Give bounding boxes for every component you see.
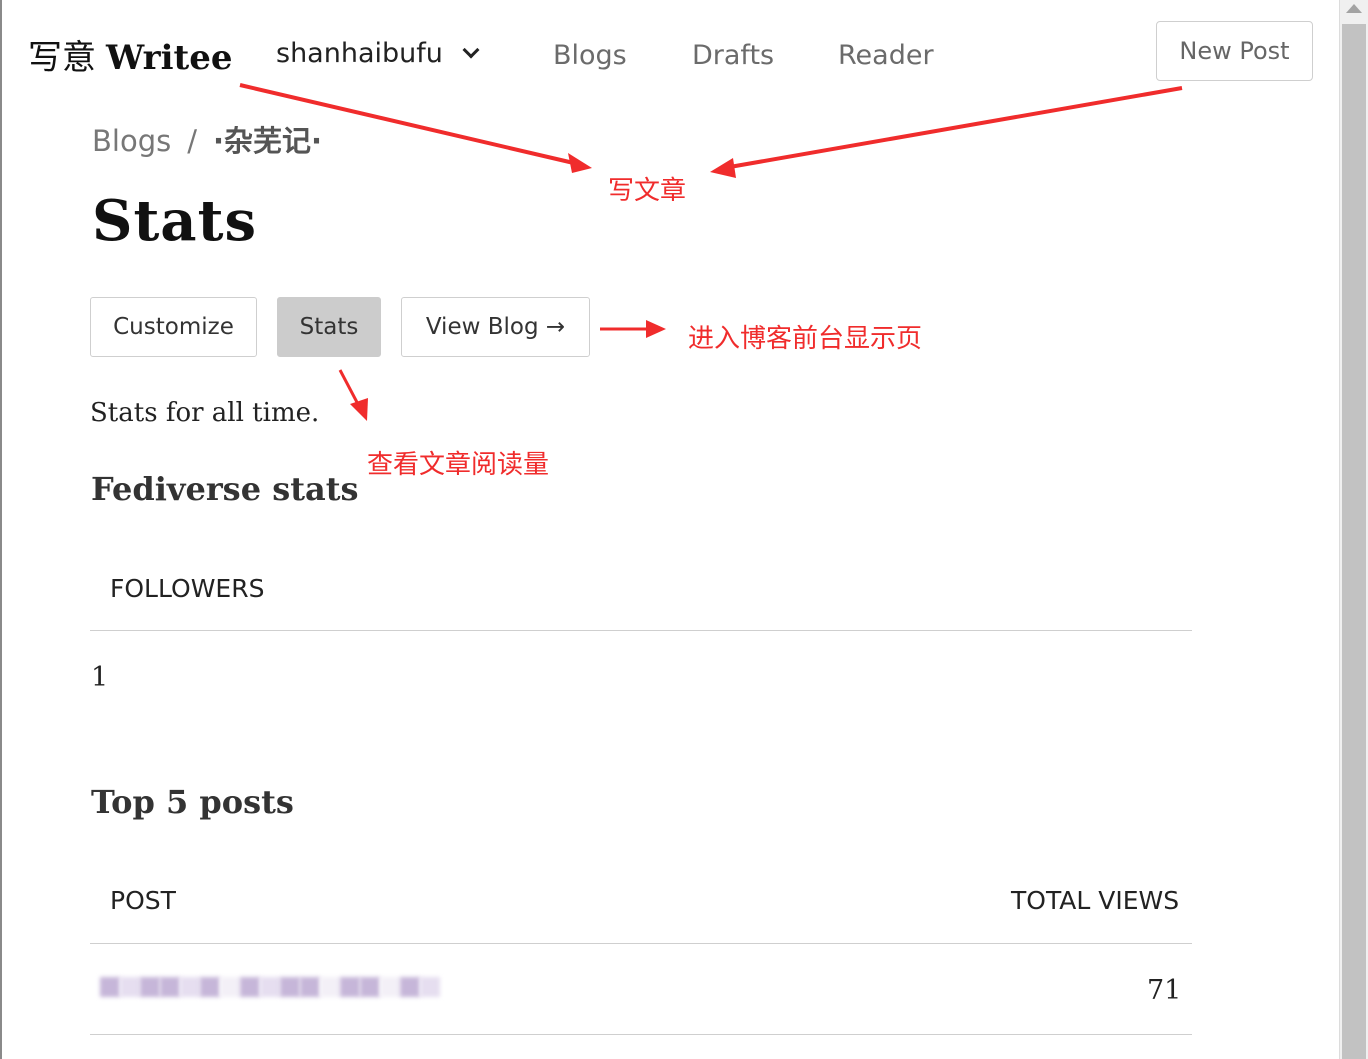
breadcrumb-separator: / xyxy=(187,124,197,158)
nav-reader[interactable]: Reader xyxy=(838,40,934,71)
total-views-column-header: TOTAL VIEWS xyxy=(1011,886,1180,915)
annotation-view-stats: 查看文章阅读量 xyxy=(367,450,550,480)
divider xyxy=(90,943,1192,944)
followers-column-header: FOLLOWERS xyxy=(110,574,265,603)
breadcrumb-blogs-link[interactable]: Blogs xyxy=(92,124,171,158)
blog-name: shanhaibufu xyxy=(276,38,443,69)
nav-drafts[interactable]: Drafts xyxy=(692,40,774,71)
breadcrumb-current[interactable]: ·杂芜记· xyxy=(213,124,322,158)
view-blog-button[interactable]: View Blog → xyxy=(401,297,590,357)
stats-button[interactable]: Stats xyxy=(277,297,381,357)
blog-switcher[interactable]: shanhaibufu xyxy=(276,38,480,69)
nav-blogs[interactable]: Blogs xyxy=(553,40,627,71)
chevron-down-icon xyxy=(462,41,480,58)
annotation-front-page: 进入博客前台显示页 xyxy=(688,324,923,354)
post-title-blurred[interactable] xyxy=(100,962,440,1012)
logo-en-text: Writee xyxy=(106,38,233,78)
stats-period-text: Stats for all time. xyxy=(90,398,320,428)
post-column-header: POST xyxy=(110,886,176,915)
scroll-up-arrow-icon[interactable] xyxy=(1346,4,1362,13)
page-title: Stats xyxy=(92,188,257,254)
divider xyxy=(90,630,1192,631)
top-posts-heading: Top 5 posts xyxy=(91,783,294,821)
divider xyxy=(90,1034,1192,1035)
fediverse-heading: Fediverse stats xyxy=(91,470,359,508)
customize-button[interactable]: Customize xyxy=(90,297,257,357)
followers-count: 1 xyxy=(91,662,109,693)
vertical-scrollbar[interactable] xyxy=(1339,0,1368,1059)
new-post-button[interactable]: New Post xyxy=(1156,21,1313,81)
logo-cn-text: 写意 xyxy=(28,38,96,78)
site-logo[interactable]: 写意 Writee xyxy=(28,30,232,79)
breadcrumb: Blogs / ·杂芜记· xyxy=(92,118,322,160)
annotation-write-post: 写文章 xyxy=(608,176,687,206)
post-view-count: 71 xyxy=(1147,975,1182,1006)
scrollbar-thumb[interactable] xyxy=(1342,24,1366,1059)
